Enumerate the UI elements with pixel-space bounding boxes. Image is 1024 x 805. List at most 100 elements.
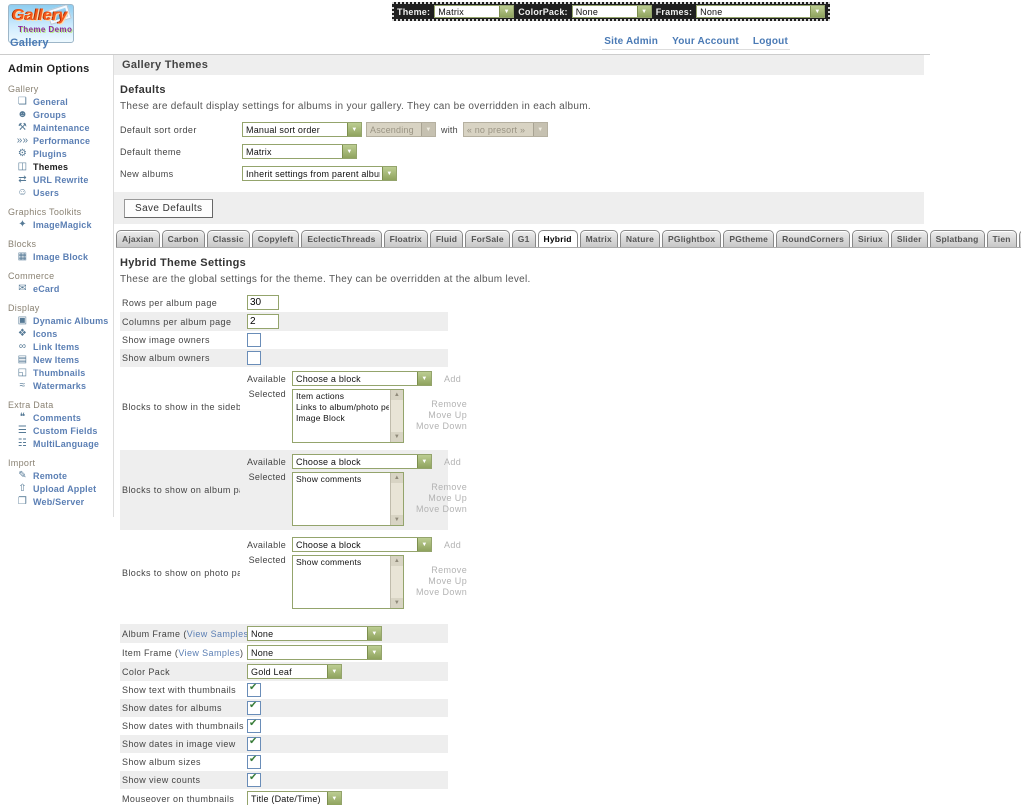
theme-tab[interactable]: Nature (620, 230, 660, 247)
add-link[interactable]: Add (444, 540, 461, 550)
selected-blocks-list[interactable]: Item actionsLinks to album/photo peersIm… (292, 389, 404, 443)
sidebar-item[interactable]: ❖ Icons (16, 328, 113, 339)
default-sort-order-select[interactable]: Manual sort order ▼ (242, 122, 362, 137)
sidebar-item[interactable]: ☷ MultiLanguage (16, 438, 113, 449)
show-dates-image-view-checkbox[interactable] (247, 737, 261, 751)
album-frame-select[interactable]: None ▼ (247, 626, 382, 641)
item-frame-select[interactable]: None ▼ (247, 645, 382, 660)
sidebar-item[interactable]: ✉ eCard (16, 283, 113, 294)
scroll-up-icon[interactable]: ▲ (391, 556, 403, 566)
add-link[interactable]: Add (444, 457, 461, 467)
default-theme-select[interactable]: Matrix ▼ (242, 144, 357, 159)
move-up-link[interactable]: Move Up (428, 410, 467, 420)
site-admin-link[interactable]: Site Admin (604, 36, 658, 47)
mouseover-select[interactable]: Title (Date/Time) ▼ (247, 791, 342, 805)
sidebar-item[interactable]: ☻ Groups (16, 109, 113, 120)
sidebar-item[interactable]: »» Performance (16, 135, 113, 146)
show-view-counts-checkbox[interactable] (247, 773, 261, 787)
theme-tab[interactable]: Ajaxian (116, 230, 160, 247)
theme-tab[interactable]: Fluid (430, 230, 463, 247)
list-item[interactable]: Item actions (296, 391, 389, 402)
scroll-up-icon[interactable]: ▲ (391, 473, 403, 483)
list-item[interactable]: Show comments (296, 557, 389, 568)
new-albums-select[interactable]: Inherit settings from parent album ▼ (242, 166, 397, 181)
sidebar-item[interactable]: ⚙ Plugins (16, 148, 113, 159)
theme-tab[interactable]: Carbon (162, 230, 205, 247)
sidebar-item[interactable]: ⇄ URL Rewrite (16, 174, 113, 185)
sidebar-item[interactable]: ◫ Themes (16, 161, 113, 172)
view-samples-link[interactable]: View Samples (178, 648, 240, 658)
move-up-link[interactable]: Move Up (428, 576, 467, 586)
move-down-link[interactable]: Move Down (416, 587, 467, 597)
sidebar-item[interactable]: ☰ Custom Fields (16, 425, 113, 436)
show-dates-albums-checkbox[interactable] (247, 701, 261, 715)
color-pack-select[interactable]: Gold Leaf ▼ (247, 664, 342, 679)
theme-tab[interactable]: Floatrix (384, 230, 428, 247)
theme-tab[interactable]: Matrix (580, 230, 618, 247)
selected-blocks-list[interactable]: Show comments ▲ ▼ (292, 472, 404, 526)
theme-tab[interactable]: Tile (1019, 230, 1021, 247)
scrollbar[interactable]: ▲ ▼ (390, 556, 403, 608)
add-link[interactable]: Add (444, 374, 461, 384)
scroll-up-icon[interactable]: ▲ (391, 390, 403, 400)
sidebar-item[interactable]: ❐ Web/Server (16, 496, 113, 507)
theme-tab[interactable]: PGtheme (723, 230, 774, 247)
theme-select[interactable]: Matrix ▼ (434, 5, 514, 18)
breadcrumb[interactable]: Gallery (10, 37, 49, 49)
selected-blocks-list[interactable]: Show comments ▲ ▼ (292, 555, 404, 609)
theme-tab[interactable]: RoundCorners (776, 230, 850, 247)
columns-per-page-input[interactable] (247, 314, 279, 329)
sort-direction-select[interactable]: Ascending ▼ (366, 122, 436, 137)
sidebar-item[interactable]: ☺ Users (16, 187, 113, 198)
theme-tab[interactable]: ForSale (465, 230, 510, 247)
rows-per-page-input[interactable] (247, 295, 279, 310)
theme-tab[interactable]: Siriux (852, 230, 889, 247)
sidebar-item[interactable]: ▤ New Items (16, 354, 113, 365)
sidebar-item[interactable]: ⚒ Maintenance (16, 122, 113, 133)
view-samples-link[interactable]: View Samples (187, 629, 247, 639)
remove-link[interactable]: Remove (431, 482, 467, 492)
show-album-sizes-checkbox[interactable] (247, 755, 261, 769)
move-down-link[interactable]: Move Down (416, 504, 467, 514)
theme-tab[interactable]: Slider (891, 230, 928, 247)
sidebar-item[interactable]: ▣ Dynamic Albums (16, 315, 113, 326)
theme-tab[interactable]: PGlightbox (662, 230, 721, 247)
sidebar-item[interactable]: ▦ Image Block (16, 251, 113, 262)
frames-select[interactable]: None ▼ (696, 5, 825, 18)
presort-select[interactable]: « no presort » ▼ (463, 122, 548, 137)
logout-link[interactable]: Logout (753, 36, 788, 47)
colorpack-select[interactable]: None ▼ (572, 5, 652, 18)
sidebar-item[interactable]: ⇧ Upload Applet (16, 483, 113, 494)
move-down-link[interactable]: Move Down (416, 421, 467, 431)
sidebar-item[interactable]: ∞ Link Items (16, 341, 113, 352)
available-block-select[interactable]: Choose a block ▼ (292, 371, 432, 386)
sidebar-item[interactable]: ◱ Thumbnails (16, 367, 113, 378)
list-item[interactable]: Links to album/photo peers (296, 402, 389, 413)
theme-tab[interactable]: Copyleft (252, 230, 300, 247)
scroll-down-icon[interactable]: ▼ (391, 515, 403, 525)
sidebar-item[interactable]: ❏ General (16, 96, 113, 107)
your-account-link[interactable]: Your Account (672, 36, 739, 47)
sidebar-item[interactable]: ✦ ImageMagick (16, 219, 113, 230)
scrollbar[interactable]: ▲ ▼ (390, 473, 403, 525)
show-image-owners-checkbox[interactable] (247, 333, 261, 347)
list-item[interactable]: Image Block (296, 413, 389, 424)
sidebar-item[interactable]: ✎ Remote (16, 470, 113, 481)
scroll-down-icon[interactable]: ▼ (391, 598, 403, 608)
remove-link[interactable]: Remove (431, 399, 467, 409)
show-dates-thumbnails-checkbox[interactable] (247, 719, 261, 733)
theme-tab[interactable]: EclecticThreads (301, 230, 381, 247)
move-up-link[interactable]: Move Up (428, 493, 467, 503)
save-defaults-button[interactable]: Save Defaults (124, 199, 213, 218)
available-block-select[interactable]: Choose a block ▼ (292, 537, 432, 552)
available-block-select[interactable]: Choose a block ▼ (292, 454, 432, 469)
scrollbar[interactable]: ▲ ▼ (390, 390, 403, 442)
theme-tab[interactable]: Hybrid (538, 230, 578, 248)
list-item[interactable]: Show comments (296, 474, 389, 485)
remove-link[interactable]: Remove (431, 565, 467, 575)
theme-tab[interactable]: Classic (207, 230, 250, 247)
theme-tab[interactable]: Tien (987, 230, 1017, 247)
show-album-owners-checkbox[interactable] (247, 351, 261, 365)
show-text-thumbnails-checkbox[interactable] (247, 683, 261, 697)
sidebar-item[interactable]: ❝ Comments (16, 412, 113, 423)
